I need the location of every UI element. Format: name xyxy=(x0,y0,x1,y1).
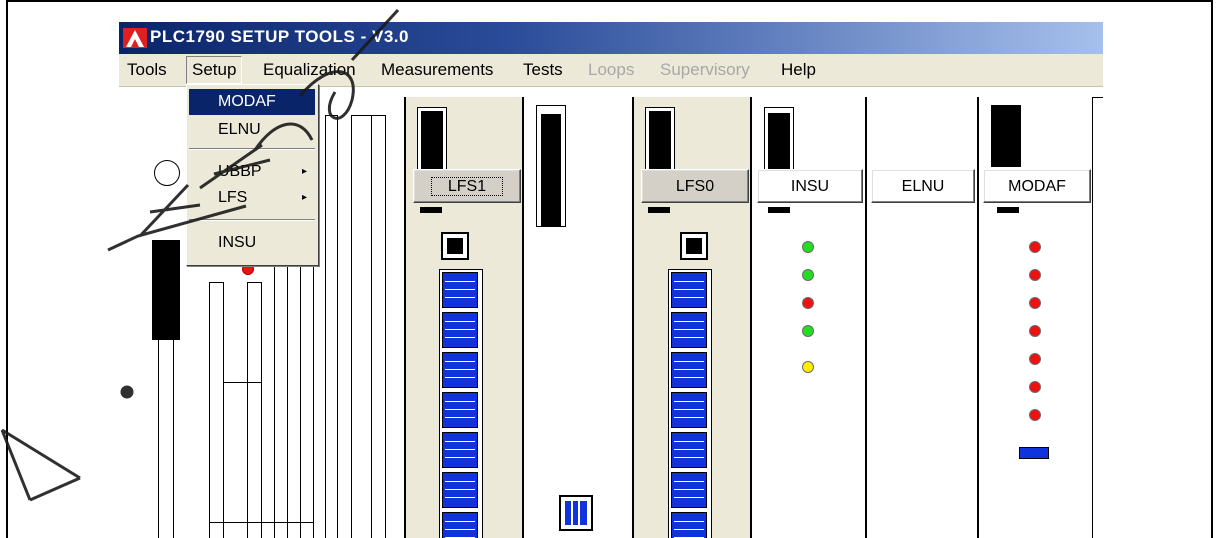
modaf-led-6 xyxy=(1029,381,1041,393)
window-title: PLC1790 SETUP TOOLS - V3.0 xyxy=(150,27,409,46)
menu-separator xyxy=(189,148,315,150)
modaf-led-4 xyxy=(1029,325,1041,337)
menu-setup[interactable]: Setup xyxy=(186,56,243,84)
insu-button[interactable]: INSU xyxy=(757,169,863,203)
modaf-led-5 xyxy=(1029,353,1041,365)
lfs1-port-icon xyxy=(441,232,469,260)
menu-option-insu[interactable]: INSU xyxy=(189,230,315,256)
lfs0-button[interactable]: LFS0 xyxy=(641,169,749,203)
lfs1-button[interactable]: LFS1 xyxy=(413,169,521,203)
lfs0-module-stack xyxy=(668,269,712,538)
submenu-arrow-icon: ▸ xyxy=(301,192,307,203)
modaf-connector xyxy=(991,105,1021,167)
slot-elnu xyxy=(866,97,978,538)
insu-led-2 xyxy=(802,269,814,281)
setup-dropdown-menu: MODAF ELNU UBBP ▸ LFS ▸ INSU xyxy=(186,84,319,266)
menu-measurements[interactable]: Measurements xyxy=(381,60,493,80)
menu-option-ubbp[interactable]: UBBP ▸ xyxy=(189,159,315,185)
ring-indicator xyxy=(154,160,180,186)
insu-led-4 xyxy=(802,325,814,337)
lfs0-port-icon xyxy=(680,232,708,260)
menu-separator xyxy=(189,219,315,221)
insu-led-1 xyxy=(802,241,814,253)
modaf-indicator-bar xyxy=(1019,447,1049,459)
menu-help[interactable]: Help xyxy=(781,60,816,80)
modaf-led-7 xyxy=(1029,409,1041,421)
menu-supervisory[interactable]: Supervisory xyxy=(660,60,750,80)
slot-lfs0 xyxy=(633,97,751,538)
insu-led-5 xyxy=(802,361,814,373)
lfs1-module-stack xyxy=(439,269,483,538)
elnu-button[interactable]: ELNU xyxy=(871,169,975,203)
slot-insu xyxy=(751,97,866,538)
ubbp-connector xyxy=(152,240,180,340)
lfs1-connector xyxy=(421,111,443,173)
submenu-arrow-icon: ▸ xyxy=(301,166,307,177)
modaf-button[interactable]: MODAF xyxy=(983,169,1091,203)
menu-loops[interactable]: Loops xyxy=(588,60,634,80)
slot-modaf xyxy=(978,97,1093,538)
menu-option-lfs[interactable]: LFS ▸ xyxy=(189,185,315,211)
modaf-led-2 xyxy=(1029,269,1041,281)
menu-option-elnu[interactable]: ELNU xyxy=(189,117,315,143)
middle-module-icon xyxy=(559,495,593,531)
insu-connector xyxy=(768,113,790,173)
slot-middle xyxy=(523,97,633,538)
menu-tools[interactable]: Tools xyxy=(127,60,167,80)
menu-bar: Tools Setup Equalization Measurements Te… xyxy=(119,54,1103,87)
title-bar[interactable]: PLC1790 SETUP TOOLS - V3.0 xyxy=(119,22,1103,54)
menu-equalization[interactable]: Equalization xyxy=(263,60,356,80)
middle-connector xyxy=(541,114,561,226)
lfs0-connector xyxy=(649,111,671,173)
app-logo-a-icon xyxy=(123,28,147,48)
menu-tests[interactable]: Tests xyxy=(523,60,563,80)
menu-option-modaf[interactable]: MODAF xyxy=(189,89,315,115)
slot-lfs1 xyxy=(405,97,523,538)
modaf-led-1 xyxy=(1029,241,1041,253)
modaf-led-3 xyxy=(1029,297,1041,309)
insu-led-3 xyxy=(802,297,814,309)
